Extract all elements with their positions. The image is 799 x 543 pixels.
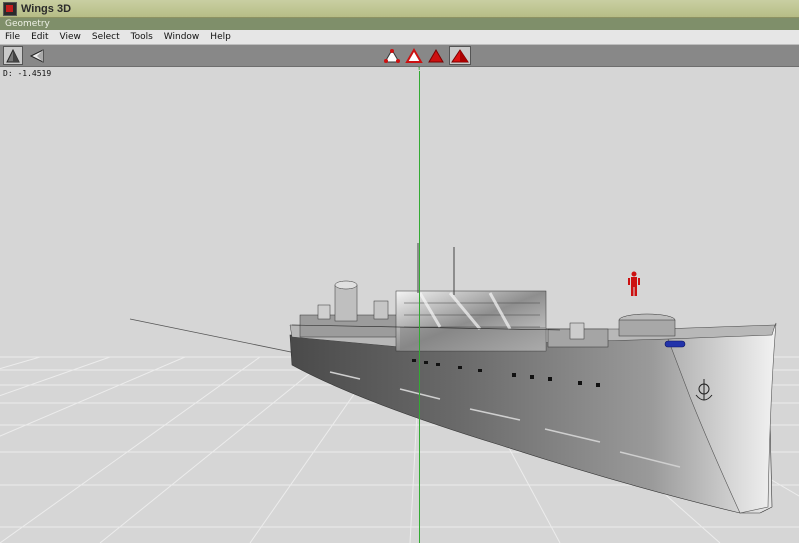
menu-help[interactable]: Help (205, 32, 237, 42)
geometry-label: Geometry (5, 19, 50, 29)
menu-file[interactable]: File (0, 32, 26, 42)
face-mode-icon (428, 48, 444, 62)
window-titlebar[interactable]: Wings 3D (0, 0, 799, 18)
red-human-figure (628, 271, 640, 296)
geometry-viewport[interactable]: D: -1.4519 Y (0, 67, 799, 543)
menu-select[interactable]: Select (87, 32, 126, 42)
menu-tools[interactable]: Tools (126, 32, 159, 42)
toolbar (0, 45, 799, 67)
smooth-preview-button[interactable] (3, 46, 23, 65)
smooth-preview-icon (6, 48, 20, 62)
geometry-window-bar[interactable]: Geometry (0, 18, 799, 30)
body-mode-button[interactable] (449, 46, 471, 65)
edge-mode-icon (405, 47, 423, 63)
window-title: Wings 3D (21, 2, 72, 15)
menu-edit[interactable]: Edit (26, 32, 54, 42)
ship-superstructure (299, 243, 676, 352)
y-axis-label: Y (417, 67, 422, 72)
scene-canvas[interactable] (0, 67, 799, 543)
vertex-mode-icon (384, 48, 400, 63)
vertex-mode-button[interactable] (382, 46, 402, 65)
flat-shade-icon (29, 48, 44, 63)
menu-window[interactable]: Window (159, 32, 206, 42)
navigation-light (664, 340, 686, 348)
edge-mode-button[interactable] (404, 46, 424, 65)
body-mode-icon (451, 48, 469, 62)
face-mode-button[interactable] (426, 46, 446, 65)
distance-readout: D: -1.4519 (3, 69, 52, 78)
menu-view[interactable]: View (55, 32, 87, 42)
wings3d-app-icon (3, 1, 17, 16)
menu-bar: File Edit View Select Tools Window Help (0, 30, 799, 45)
flat-shade-button[interactable] (27, 46, 47, 65)
